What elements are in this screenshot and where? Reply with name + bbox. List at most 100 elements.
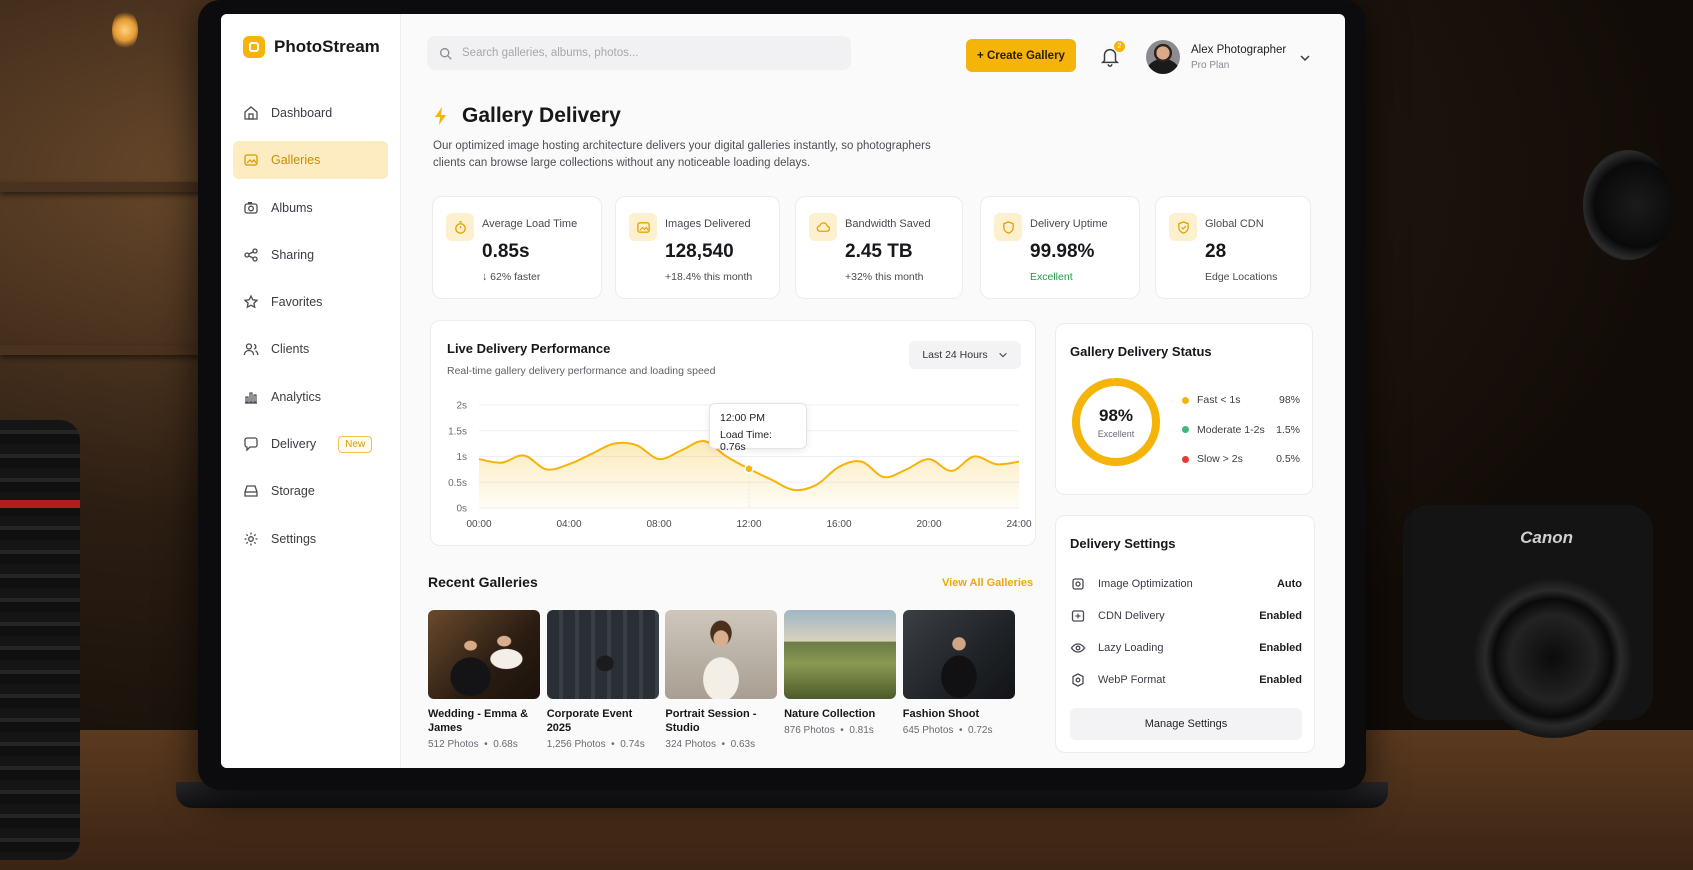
stat-card: Images Delivered 128,540 +18.4% this mon… (615, 196, 780, 299)
camera-lens-front (1473, 578, 1633, 738)
gallery-thumbnail[interactable] (546, 610, 659, 699)
data-point[interactable] (837, 465, 841, 469)
stat-label: Delivery Uptime (1030, 218, 1108, 230)
stat-card: Bandwidth Saved 2.45 TB +32% this month (795, 196, 963, 299)
sidebar-item-sharing[interactable]: Sharing (233, 236, 388, 274)
stat-subtext: Excellent (1030, 271, 1073, 283)
sidebar-item-dashboard[interactable]: Dashboard (233, 94, 388, 132)
setting-row-cdn-delivery[interactable]: CDN Delivery Enabled (1070, 608, 1302, 624)
app-name: PhotoStream (274, 37, 380, 56)
app-logo[interactable]: PhotoStream (243, 36, 380, 58)
status-donut: 98% Excellent (1070, 376, 1162, 468)
setting-label: CDN Delivery (1098, 610, 1165, 622)
data-point[interactable] (657, 457, 661, 461)
stat-card: Global CDN 28 Edge Locations (1155, 196, 1311, 299)
camera-brand-logo: Canon (1520, 528, 1573, 547)
data-point[interactable] (702, 439, 706, 443)
gallery-meta: 876 Photos • 0.81s (784, 725, 896, 736)
gallery-card[interactable]: Corporate Event 2025 1,256 Photos • 0.74… (546, 610, 659, 750)
avatar[interactable] (1146, 40, 1180, 74)
gallery-name: Fashion Shoot (902, 708, 980, 720)
data-point[interactable] (770, 478, 774, 482)
sidebar-item-galleries[interactable]: Galleries (233, 141, 388, 180)
data-point[interactable] (815, 483, 819, 487)
lightning-icon (435, 107, 446, 125)
gallery-thumbnail[interactable] (902, 610, 1015, 699)
gallery-load-time: 0.81s (849, 725, 874, 736)
gallery-card[interactable]: Wedding - Emma & James 512 Photos • 0.68… (428, 610, 540, 750)
stat-value: 28 (1205, 241, 1227, 262)
gallery-card[interactable]: Nature Collection 876 Photos • 0.81s (784, 610, 897, 736)
data-point[interactable] (522, 453, 526, 457)
stat-label: Global CDN (1205, 218, 1264, 230)
data-point[interactable] (500, 461, 504, 465)
meta-separator: • (718, 739, 728, 750)
x-tick-label: 20:00 (916, 519, 941, 530)
user-name[interactable]: Alex Photographer (1191, 44, 1286, 56)
setting-row-lazy-loading[interactable]: Lazy Loading Enabled (1070, 640, 1302, 656)
data-point[interactable] (590, 452, 594, 456)
create-gallery-button[interactable]: + Create Gallery (966, 39, 1076, 72)
sidebar-item-label: Galleries (271, 153, 321, 168)
gallery-thumbnail[interactable] (428, 610, 540, 699)
data-point[interactable] (545, 467, 549, 471)
data-point[interactable] (882, 475, 886, 479)
gallery-thumbnail[interactable] (784, 610, 897, 699)
tooltip-time: 12:00 PM (720, 411, 765, 424)
gallery-name: Corporate Event 2025 (546, 708, 633, 734)
data-point[interactable] (995, 462, 999, 466)
x-tick-label: 00:00 (466, 519, 491, 530)
data-point[interactable] (950, 469, 954, 473)
stat-card: Delivery Uptime 99.98% Excellent (980, 196, 1140, 299)
sidebar-item-analytics[interactable]: Analytics (233, 378, 388, 416)
setting-row-webp-format[interactable]: WebP Format Enabled (1070, 672, 1302, 688)
format-icon (1070, 672, 1086, 688)
stat-label: Bandwidth Saved (845, 218, 931, 230)
user-plan: Pro Plan (1191, 60, 1230, 71)
new-badge: New (338, 435, 373, 453)
status-title: Gallery Delivery Status (1070, 344, 1212, 359)
logo-icon (243, 36, 265, 58)
sidebar-item-albums[interactable]: Albums (233, 189, 388, 227)
search-bar[interactable] (427, 36, 851, 70)
setting-row-image-optimization[interactable]: Image Optimization Auto (1070, 576, 1302, 592)
sidebar-item-storage[interactable]: Storage (233, 472, 388, 510)
cdn-icon (1070, 608, 1086, 624)
sidebar-item-settings[interactable]: Settings (233, 520, 388, 558)
stat-subtext: ↓ 62% faster (482, 271, 541, 283)
sidebar-item-delivery[interactable]: Delivery New (233, 425, 388, 463)
background-shelf (0, 345, 230, 355)
data-point[interactable] (635, 443, 639, 447)
camera-lens-prop (0, 420, 80, 860)
sidebar-item-favorites[interactable]: Favorites (233, 283, 388, 321)
gallery-photo-count: 512 Photos (428, 739, 479, 750)
data-point[interactable] (567, 462, 571, 466)
data-point[interactable] (1017, 460, 1021, 464)
view-all-galleries-link[interactable]: View All Galleries (942, 577, 1033, 589)
data-point[interactable] (680, 448, 684, 452)
gallery-card[interactable]: Portrait Session - Studio 324 Photos • 0… (665, 610, 778, 750)
data-point[interactable] (860, 460, 864, 464)
chevron-down-icon[interactable] (1299, 52, 1311, 64)
sidebar-item-clients[interactable]: Clients (233, 330, 388, 368)
legend-item: Slow > 2s 0.5% (1182, 453, 1302, 465)
data-point[interactable] (792, 488, 796, 492)
data-point[interactable] (905, 467, 909, 471)
gallery-name: Portrait Session - Studio (665, 708, 757, 734)
search-input[interactable] (462, 47, 822, 59)
gallery-meta: 512 Photos • 0.68s (428, 739, 540, 750)
gallery-card[interactable]: Fashion Shoot 645 Photos • 0.72s (902, 610, 1015, 736)
data-point[interactable] (927, 457, 931, 461)
stat-label: Images Delivered (665, 218, 751, 230)
data-point[interactable] (612, 442, 616, 446)
highlight-point[interactable] (744, 464, 754, 474)
data-point[interactable] (972, 455, 976, 459)
gallery-load-time: 0.74s (620, 739, 645, 750)
manage-settings-button[interactable]: Manage Settings (1070, 708, 1302, 740)
data-point[interactable] (477, 457, 481, 461)
data-point[interactable] (725, 455, 729, 459)
gallery-thumbnail[interactable] (665, 610, 778, 699)
bar-chart-icon (243, 389, 259, 405)
gallery-name: Wedding - Emma & James (428, 708, 529, 734)
y-tick-label: 2s (456, 401, 467, 412)
